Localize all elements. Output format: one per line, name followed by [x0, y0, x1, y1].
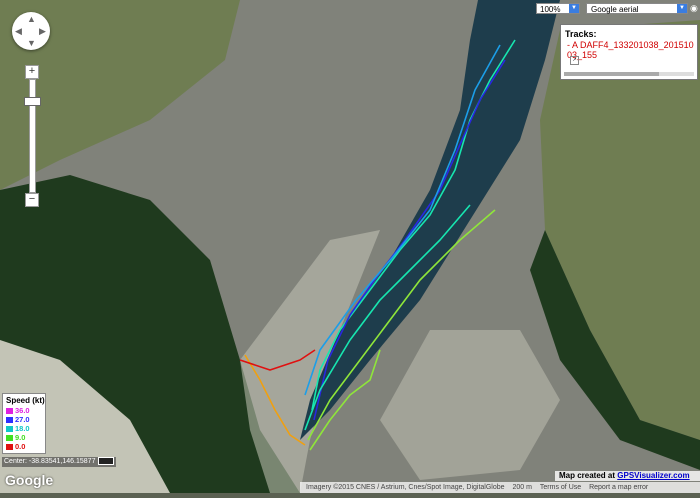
legend-swatch	[6, 444, 13, 451]
credit-prefix: Map created at	[559, 471, 616, 480]
scrollbar-thumb[interactable]	[564, 72, 659, 76]
map-credit: Map created at GPSVisualizer.com	[555, 471, 700, 481]
legend-swatch	[6, 417, 13, 424]
attribution-bar: Imagery ©2015 CNES / Astrium, Cnes/Spot …	[300, 482, 700, 493]
map-type-select[interactable]: Google aerial ▼	[586, 3, 688, 14]
pan-left-icon[interactable]: ◀	[15, 27, 22, 36]
legend-item: 0.0	[6, 443, 25, 451]
imagery-credit: Imagery ©2015 CNES / Astrium, Cnes/Spot …	[306, 484, 505, 491]
ruler-icon[interactable]	[98, 457, 115, 466]
legend-swatch	[6, 435, 13, 442]
scale-label: 200 m	[512, 484, 532, 491]
tracks-panel: Tracks: - A DAFF4_133201038_20151003_155…	[560, 24, 698, 80]
speed-legend: Speed (kt) 36.0 27.0 18.0 9.0 0.0	[2, 393, 46, 454]
zoom-slider-handle[interactable]	[24, 97, 41, 106]
legend-swatch	[6, 426, 13, 433]
map-type-value: Google aerial	[591, 5, 639, 14]
legend-label: 27.0	[15, 415, 30, 424]
terms-link[interactable]: Terms of Use	[540, 484, 581, 491]
legend-item: 18.0	[6, 425, 30, 433]
legend-item: 9.0	[6, 434, 25, 442]
legend-item: 27.0	[6, 416, 30, 424]
horizontal-scrollbar[interactable]	[564, 72, 694, 76]
legend-label: 9.0	[15, 433, 26, 442]
chevron-down-icon[interactable]: ▼	[677, 4, 687, 13]
zoom-in-button[interactable]: +	[25, 65, 39, 79]
pan-down-icon[interactable]: ▼	[27, 39, 36, 48]
legend-label: 36.0	[15, 406, 30, 415]
chevron-down-icon[interactable]: ▼	[569, 4, 579, 13]
legend-label: 0.0	[15, 442, 26, 451]
legend-label: 18.0	[15, 424, 30, 433]
gpsvisualizer-link[interactable]: GPSVisualizer.com	[617, 471, 689, 480]
tracks-title: Tracks:	[565, 29, 597, 39]
zoom-percent-select[interactable]: 100% ▼	[536, 3, 580, 14]
report-error-link[interactable]: Report a map error	[589, 484, 648, 491]
pan-up-icon[interactable]: ▲	[27, 15, 36, 24]
zoom-percent-value: 100%	[540, 5, 561, 14]
google-logo[interactable]: Google	[5, 472, 53, 488]
legend-title: Speed (kt)	[6, 396, 45, 405]
center-readout: Center: -38.83541,146.15877	[4, 458, 96, 465]
checkbox-icon[interactable]: ↗	[570, 56, 579, 65]
zoom-out-button[interactable]: −	[25, 193, 39, 207]
center-coordinates: Center: -38.83541,146.15877	[2, 457, 117, 467]
track-name-link[interactable]: - A DAFF4_133201038_20151003_155	[567, 40, 697, 60]
legend-item: 36.0	[6, 407, 30, 415]
pan-right-icon[interactable]: ▶	[39, 27, 46, 36]
pan-arrows-icon[interactable]: ▲ ▼ ◀ ▶	[12, 12, 50, 50]
globe-icon[interactable]: ◉	[690, 3, 700, 14]
legend-swatch	[6, 408, 13, 415]
